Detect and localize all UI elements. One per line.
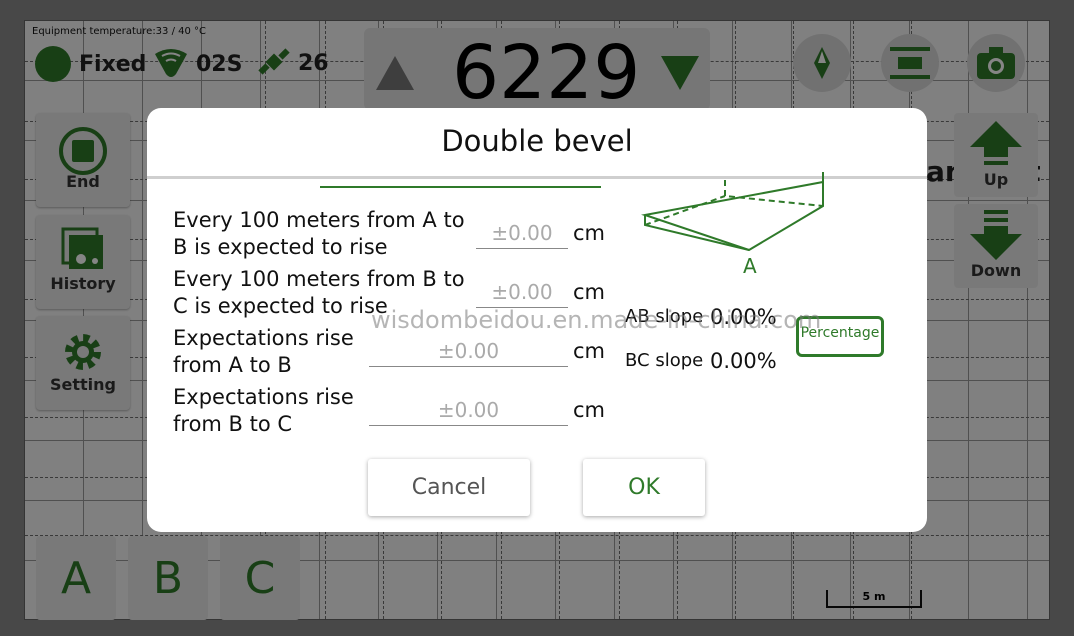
ab-per-100m-input[interactable]: ±0.00 xyxy=(476,218,568,249)
row-bc-rise-label: Expectations rise from B to C xyxy=(173,385,354,436)
row-ab-per-100m-label: Every 100 meters from A to B is expected… xyxy=(173,208,465,259)
watermark: wisdombeidou.en.made-in-china.com xyxy=(371,306,822,334)
bevel-diagram xyxy=(641,172,824,252)
row-ab-rise-label: Expectations rise from A to B xyxy=(173,326,354,377)
ab-per-100m-unit: cm xyxy=(573,221,606,245)
bc-slope-label: BC slope xyxy=(625,350,704,371)
bc-per-100m-input[interactable]: ±0.00 xyxy=(476,277,568,308)
ab-rise-unit: cm xyxy=(573,339,606,363)
bc-rise-unit: cm xyxy=(573,398,606,422)
bc-per-100m-unit: cm xyxy=(573,280,606,304)
diagram-point-a-label: A xyxy=(743,254,757,278)
dialog-title: Double bevel xyxy=(441,124,633,158)
ok-button[interactable]: OK xyxy=(583,459,705,516)
bc-slope-value: 0.00% xyxy=(710,349,777,373)
scrolled-field-underline xyxy=(320,186,601,188)
double-bevel-dialog: Double bevel Every 100 meters from A to … xyxy=(147,108,927,532)
ab-rise-input[interactable]: ±0.00 xyxy=(369,336,568,367)
bc-rise-input[interactable]: ±0.00 xyxy=(369,395,568,426)
cancel-button[interactable]: Cancel xyxy=(368,459,530,516)
